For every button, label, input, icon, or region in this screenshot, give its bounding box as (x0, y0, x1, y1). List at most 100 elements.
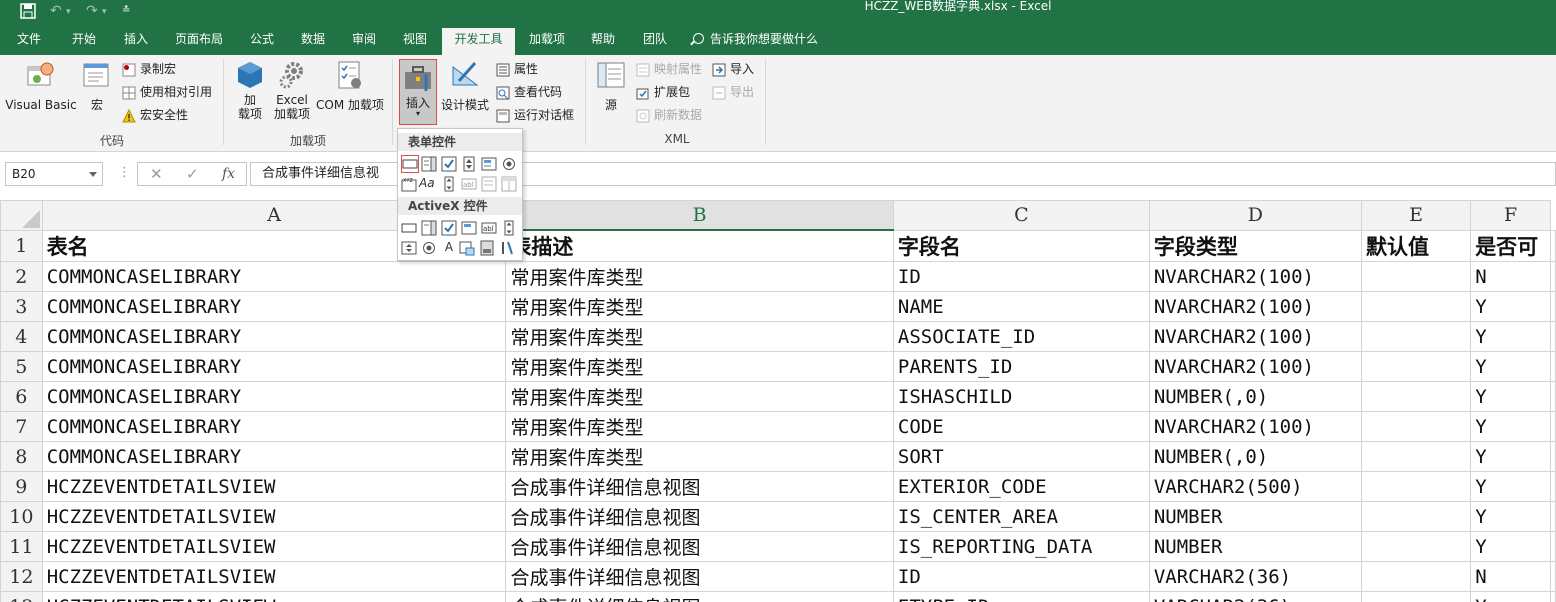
properties-button[interactable]: 属性 (496, 60, 538, 78)
cell-e[interactable] (1360, 501, 1472, 532)
cell-b[interactable]: 常用案件库类型 (505, 291, 894, 322)
cell-a[interactable]: HCZZEVENTDETAILSVIEW (41, 561, 507, 592)
cell-f[interactable]: Y (1470, 531, 1551, 562)
activex-toggle-button-icon[interactable] (479, 240, 495, 256)
cell-c[interactable]: NAME (892, 291, 1150, 322)
cell-g[interactable] (1550, 531, 1556, 562)
cell-a[interactable]: COMMONCASELIBRARY (41, 261, 507, 292)
cell-a[interactable]: HCZZEVENTDETAILSVIEW (41, 471, 507, 502)
cell-b[interactable]: 表描述 (505, 229, 894, 262)
combo-box-form-control-icon[interactable] (421, 156, 437, 172)
cell-d[interactable]: NVARCHAR2(100) (1148, 261, 1362, 292)
button-form-control-icon[interactable] (401, 155, 419, 173)
cell-c[interactable]: IS_CENTER_AREA (892, 501, 1150, 532)
column-header-d[interactable]: D (1148, 200, 1362, 231)
xml-source-button[interactable]: 源 (594, 59, 628, 112)
cell-f[interactable]: N (1470, 561, 1551, 592)
cell-b[interactable]: 常用案件库类型 (505, 441, 894, 472)
column-header-f[interactable]: F (1470, 200, 1551, 231)
cell-a[interactable]: COMMONCASELIBRARY (41, 441, 507, 472)
activex-text-box-icon[interactable]: abl (481, 220, 497, 236)
row-header[interactable]: 13 (0, 591, 43, 602)
label-form-control-icon[interactable]: Aa (419, 176, 439, 192)
activex-image-icon[interactable] (459, 240, 475, 256)
cell-b[interactable]: 合成事件详细信息视图 (505, 471, 894, 502)
tell-me-search[interactable]: 告诉我你想要做什么 (693, 26, 818, 55)
cell-e[interactable] (1360, 381, 1472, 412)
row-header[interactable]: 4 (0, 321, 43, 352)
insert-controls-button[interactable]: 插入 ▾ (399, 59, 437, 125)
row-header[interactable]: 12 (0, 561, 43, 592)
row-header[interactable]: 9 (0, 471, 43, 502)
cell-d[interactable]: NVARCHAR2(100) (1148, 291, 1362, 322)
cell-g[interactable] (1550, 591, 1556, 602)
cell-g[interactable] (1550, 561, 1556, 592)
cell-e[interactable] (1360, 471, 1472, 502)
cell-e[interactable]: 默认值 (1360, 229, 1472, 262)
cell-c[interactable]: 字段名 (892, 229, 1150, 262)
macros-button[interactable]: 宏 (80, 59, 114, 112)
row-header[interactable]: 7 (0, 411, 43, 442)
cell-a[interactable]: COMMONCASELIBRARY (41, 381, 507, 412)
macro-security-button[interactable]: 宏安全性 (122, 106, 188, 124)
cell-f[interactable]: 是否可 (1470, 229, 1551, 262)
cell-f[interactable]: Y (1470, 411, 1551, 442)
cell-g[interactable] (1550, 291, 1556, 322)
row-header[interactable]: 5 (0, 351, 43, 382)
cell-g[interactable] (1550, 471, 1556, 502)
cell-b[interactable]: 常用案件库类型 (505, 321, 894, 352)
row-header[interactable]: 8 (0, 441, 43, 472)
cell-f[interactable]: Y (1470, 471, 1551, 502)
chevron-down-icon[interactable] (89, 172, 97, 177)
cell-c[interactable]: ASSOCIATE_ID (892, 321, 1150, 352)
export-button[interactable]: 导出 (712, 83, 754, 101)
cell-f[interactable]: Y (1470, 351, 1551, 382)
use-relative-references-button[interactable]: 使用相对引用 (122, 83, 212, 101)
cell-c[interactable]: SORT (892, 441, 1150, 472)
option-button-form-control-icon[interactable] (501, 156, 517, 172)
list-box-form-control-icon[interactable] (481, 156, 497, 172)
row-header[interactable]: 1 (0, 229, 43, 262)
cell-e[interactable] (1360, 261, 1472, 292)
cell-g[interactable] (1550, 261, 1556, 292)
cell-g[interactable] (1550, 441, 1556, 472)
view-code-button[interactable]: 查看代码 (496, 83, 562, 101)
cell-e[interactable] (1360, 441, 1472, 472)
cell-a[interactable]: COMMONCASELIBRARY (41, 321, 507, 352)
cell-e[interactable] (1360, 321, 1472, 352)
cell-g[interactable] (1550, 321, 1556, 352)
column-header-c[interactable]: C (892, 200, 1150, 231)
cell-c[interactable]: ID (892, 561, 1150, 592)
combo-list-edit-form-control-icon[interactable] (481, 176, 497, 192)
group-box-form-control-icon[interactable]: XYZ (401, 176, 417, 192)
text-field-form-control-icon[interactable]: abl (461, 176, 477, 192)
activex-scroll-bar-icon[interactable] (501, 220, 517, 236)
map-properties-button[interactable]: 映射属性 (636, 60, 702, 78)
combo-drop-down-edit-form-control-icon[interactable] (501, 176, 517, 192)
cell-d[interactable]: VARCHAR2(500) (1148, 471, 1362, 502)
cell-f[interactable]: Y (1470, 441, 1551, 472)
cell-d[interactable]: 字段类型 (1148, 229, 1362, 262)
record-macro-button[interactable]: 录制宏 (122, 60, 176, 78)
cell-d[interactable]: VARCHAR2(36) (1148, 561, 1362, 592)
column-header-e[interactable]: E (1360, 200, 1472, 231)
cell-b[interactable]: 常用案件库类型 (505, 261, 894, 292)
cell-a[interactable]: COMMONCASELIBRARY (41, 291, 507, 322)
cell-a[interactable]: HCZZEVENTDETAILSVIEW (41, 591, 507, 602)
more-controls-icon[interactable] (499, 240, 515, 256)
activex-label-icon[interactable]: A (441, 240, 457, 256)
cell-g[interactable] (1550, 381, 1556, 412)
cell-c[interactable]: IS_REPORTING_DATA (892, 531, 1150, 562)
cell-d[interactable]: VARCHAR2(36) (1148, 591, 1362, 602)
cell-f[interactable]: Y (1470, 591, 1551, 602)
tab-help[interactable]: 帮助 (591, 26, 615, 55)
cell-c[interactable]: ETYPE_ID (892, 591, 1150, 602)
cell-f[interactable]: N (1470, 261, 1551, 292)
cell-d[interactable]: NVARCHAR2(100) (1148, 411, 1362, 442)
cell-d[interactable]: NVARCHAR2(100) (1148, 321, 1362, 352)
cell-g[interactable] (1550, 351, 1556, 382)
row-header[interactable]: 11 (0, 531, 43, 562)
enter-icon[interactable]: ✓ (186, 163, 199, 185)
cell-d[interactable]: NUMBER(,0) (1148, 441, 1362, 472)
cell-c[interactable]: ID (892, 261, 1150, 292)
